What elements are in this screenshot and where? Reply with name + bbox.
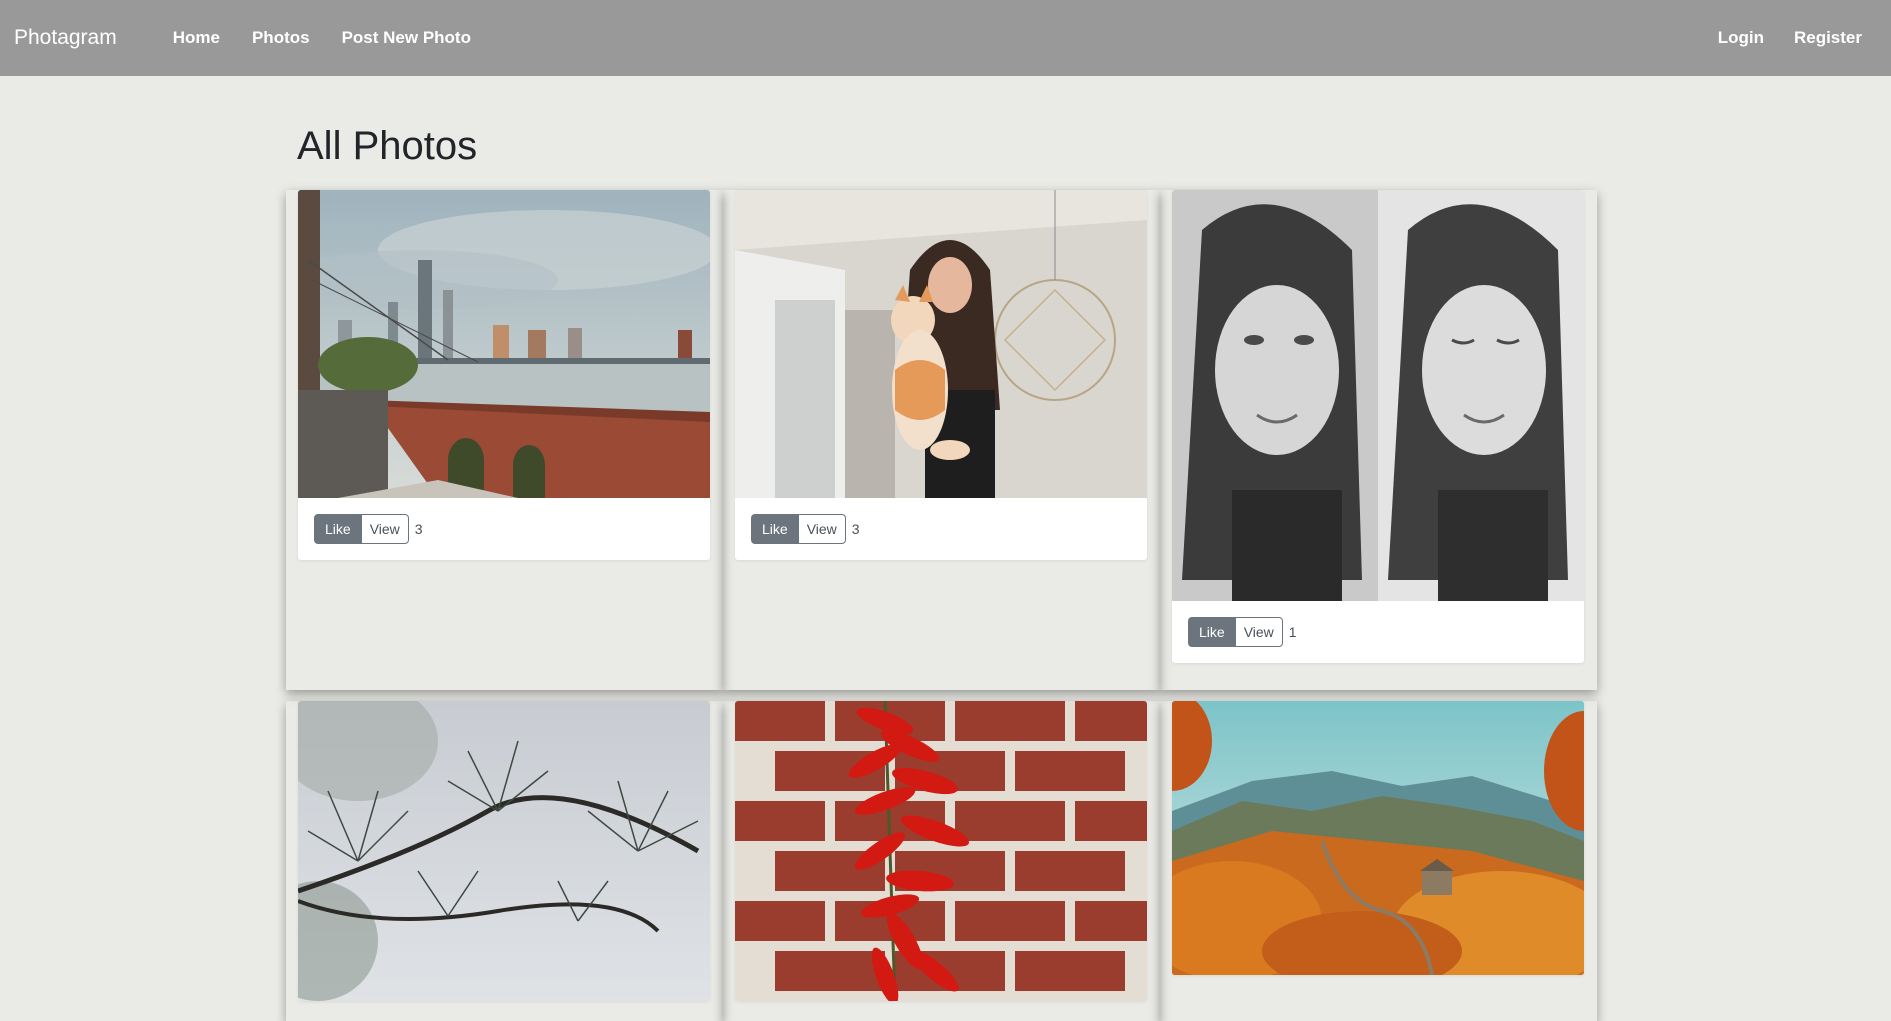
card-actions: Like View 3 — [735, 498, 1147, 560]
like-count: 3 — [414, 521, 423, 537]
photo-grid: Like View 3 Like View 3 Like View 1 — [286, 190, 1598, 1021]
card-actions: Like View 1 — [1172, 601, 1584, 663]
nav-login[interactable]: Login — [1703, 28, 1779, 48]
photo-card — [735, 701, 1147, 1001]
red-chili-peppers-photo[interactable] — [735, 701, 1147, 1001]
woman-with-cat-photo[interactable] — [735, 190, 1147, 498]
photo-card: Like View 1 — [1172, 190, 1584, 663]
card-actions: Like View 3 — [298, 498, 710, 560]
photo-card: Like View 3 — [735, 190, 1147, 560]
city-skyline-photo[interactable] — [298, 190, 710, 498]
like-count: 1 — [1288, 624, 1297, 640]
pine-branch-photo[interactable] — [298, 701, 710, 1001]
photo-card — [1172, 701, 1584, 975]
nav-home[interactable]: Home — [157, 28, 236, 48]
photo-column: Like View 3 — [286, 190, 723, 690]
like-button[interactable]: Like — [1188, 617, 1236, 647]
view-button[interactable]: View — [360, 514, 409, 544]
like-count: 3 — [851, 521, 860, 537]
photo-column — [723, 701, 1160, 1021]
nav-post-new-photo[interactable]: Post New Photo — [326, 28, 487, 48]
view-button[interactable]: View — [1234, 617, 1283, 647]
photo-card: Like View 3 — [298, 190, 710, 560]
nav-register[interactable]: Register — [1779, 28, 1877, 48]
photo-row — [286, 701, 1598, 1021]
view-button[interactable]: View — [797, 514, 846, 544]
like-button[interactable]: Like — [751, 514, 799, 544]
photo-row: Like View 3 Like View 3 Like View 1 — [286, 190, 1598, 690]
nav-links: Home Photos Post New Photo — [157, 28, 487, 48]
photo-column — [1160, 701, 1597, 1021]
selfie-diptych-photo[interactable] — [1172, 190, 1584, 601]
photo-card — [298, 701, 710, 1001]
navbar: Photagram Home Photos Post New Photo Log… — [0, 0, 1891, 76]
photo-column: Like View 3 — [723, 190, 1160, 690]
page-title: All Photos — [297, 124, 478, 168]
brand-logo[interactable]: Photagram — [14, 26, 117, 50]
great-wall-autumn-photo[interactable] — [1172, 701, 1584, 975]
nav-photos[interactable]: Photos — [236, 28, 326, 48]
photo-column — [286, 701, 723, 1021]
like-button[interactable]: Like — [314, 514, 362, 544]
photo-column: Like View 1 — [1160, 190, 1597, 690]
nav-auth: Login Register — [1703, 28, 1877, 48]
